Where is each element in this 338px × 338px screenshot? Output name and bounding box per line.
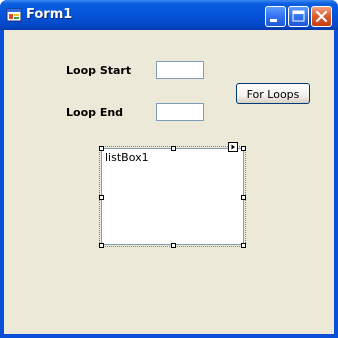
resize-handle-bottom-right[interactable]	[241, 243, 246, 248]
close-icon	[315, 10, 328, 23]
form1-window: Form1 Loop Start For Loops Loop End list…	[0, 0, 338, 338]
title-bar[interactable]: Form1	[0, 0, 338, 30]
maximize-button[interactable]	[288, 6, 309, 27]
close-button[interactable]	[311, 6, 332, 27]
resize-handle-right[interactable]	[241, 195, 246, 200]
loop-start-label: Loop Start	[66, 64, 132, 77]
listbox-item[interactable]: listBox1	[105, 151, 149, 165]
minimize-button[interactable]	[265, 6, 286, 27]
maximize-icon	[292, 10, 305, 22]
resize-handle-bottom-left[interactable]	[99, 243, 104, 248]
resize-handle-top[interactable]	[171, 146, 176, 151]
smart-tag-button[interactable]	[228, 142, 238, 152]
resize-handle-bottom[interactable]	[171, 243, 176, 248]
loop-end-label: Loop End	[66, 106, 124, 119]
loop-start-input[interactable]	[156, 61, 204, 79]
resize-handle-top-left[interactable]	[99, 146, 104, 151]
loop-end-input[interactable]	[156, 103, 204, 121]
resize-handle-top-right[interactable]	[241, 146, 246, 151]
listbox[interactable]: listBox1	[101, 148, 244, 245]
form-client-area: Loop Start For Loops Loop End listBox1	[4, 30, 334, 334]
resize-handle-left[interactable]	[99, 195, 104, 200]
for-loops-button[interactable]: For Loops	[236, 83, 310, 104]
smart-tag-arrow-icon	[231, 144, 235, 150]
form-app-icon[interactable]	[6, 7, 22, 23]
window-title: Form1	[26, 7, 73, 22]
minimize-icon	[270, 19, 277, 22]
